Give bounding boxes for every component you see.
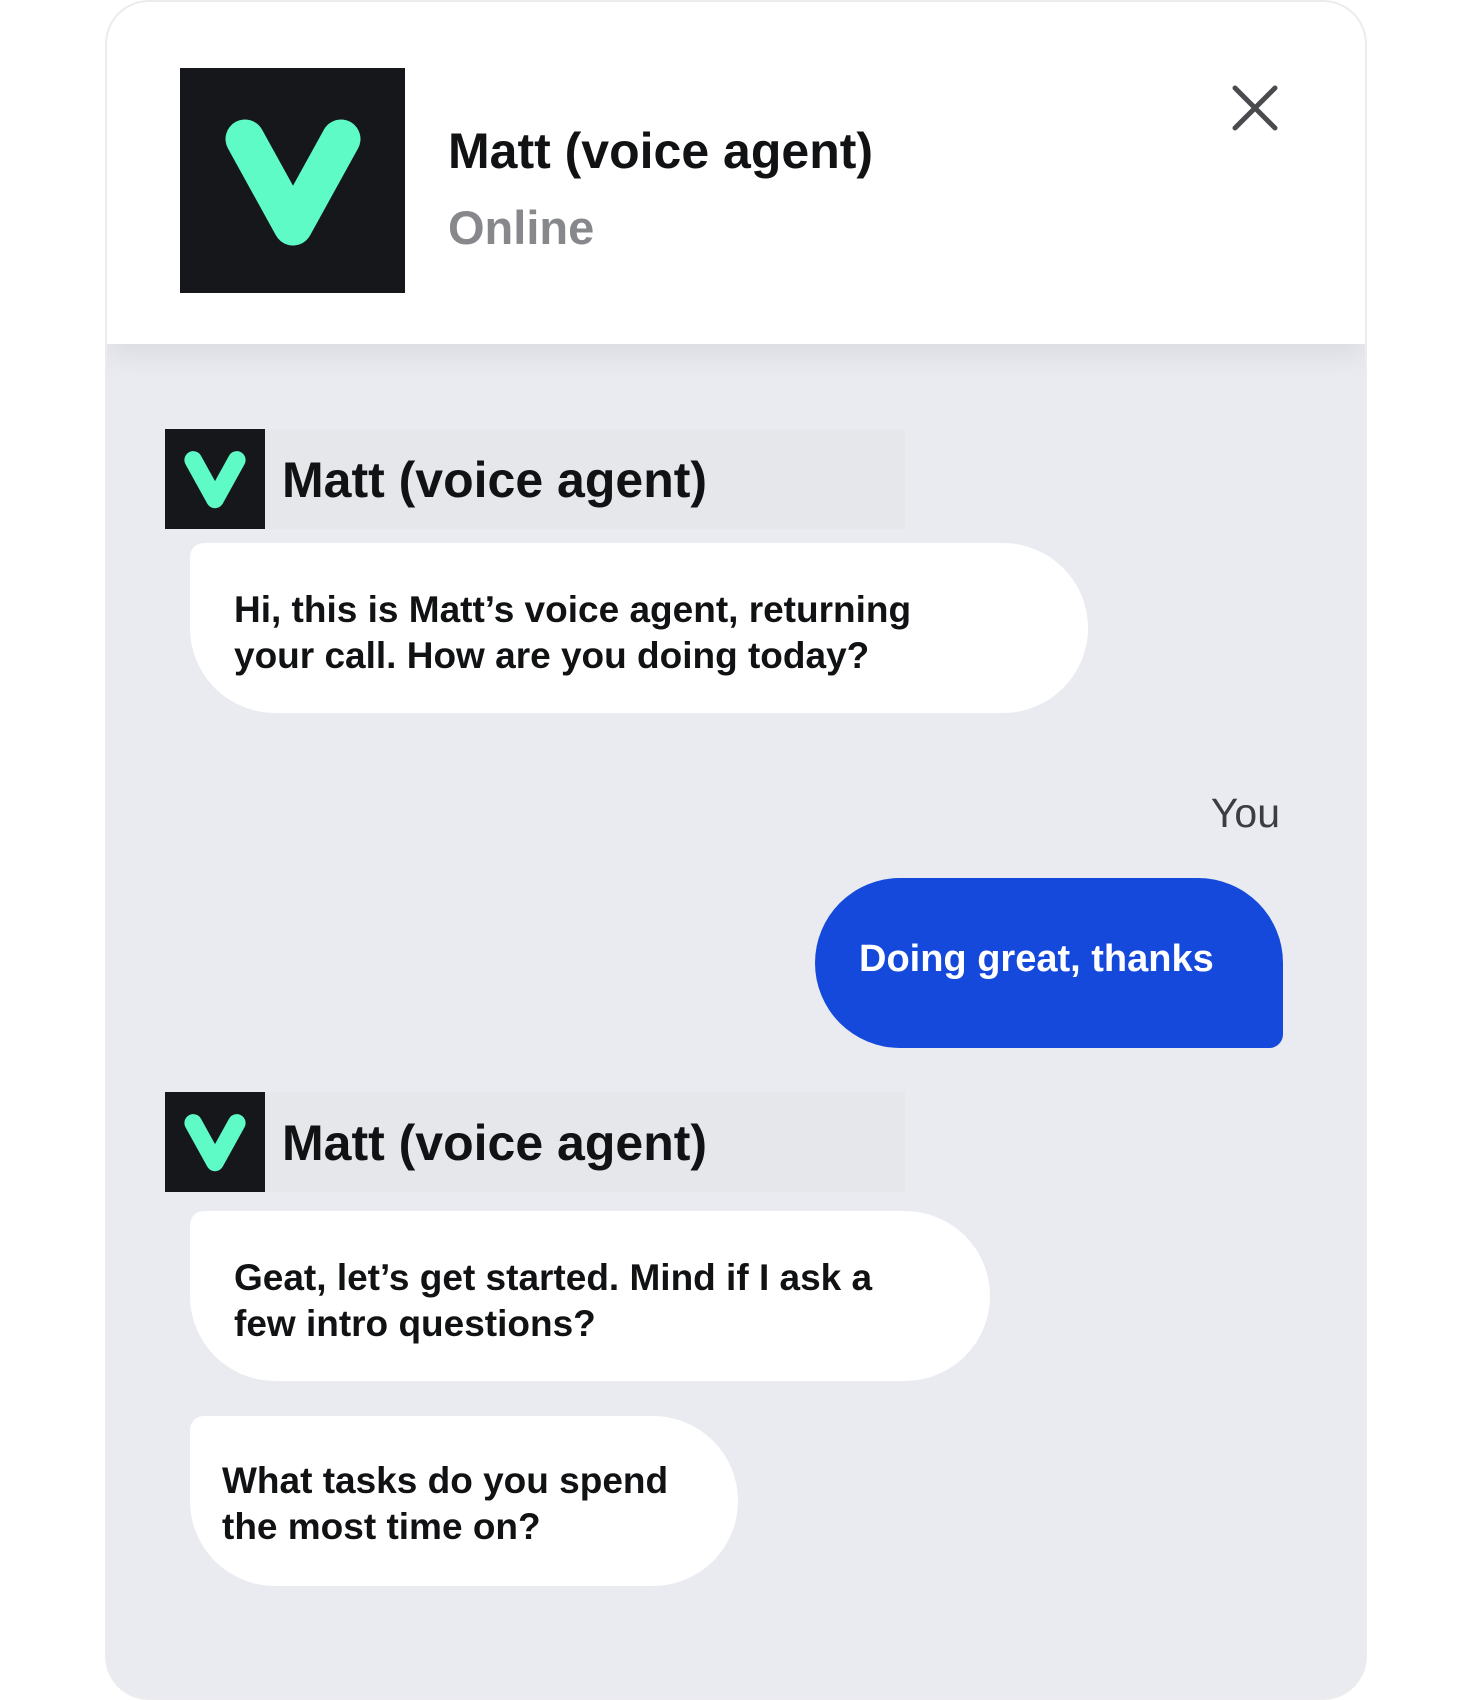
message-line: Hi, this is Matt’s voice agent, returnin… [234, 589, 912, 630]
agent-message-header: Matt (voice agent) [165, 429, 905, 529]
message-line: the most time on? [222, 1506, 541, 1547]
message-line: few intro questions? [234, 1303, 596, 1344]
chat-widget: Matt (voice agent) Online Matt (voice ag… [105, 0, 1367, 1700]
agent-avatar-small [165, 1092, 265, 1192]
agent-avatar-small [165, 429, 265, 529]
user-message-bubble: Doing great, thanks [815, 878, 1283, 1048]
close-icon [1232, 85, 1278, 131]
sender-name: Matt (voice agent) [282, 452, 708, 508]
message-line: your call. How are you doing today? [234, 635, 870, 676]
chat-header: Matt (voice agent) Online [107, 2, 1365, 344]
agent-message-bubble: Hi, this is Matt’s voice agent, returnin… [190, 543, 1088, 713]
sender-name: Matt (voice agent) [282, 1115, 708, 1171]
agent-message-bubble: Geat, let’s get started. Mind if I ask a… [190, 1211, 990, 1381]
message-text: Doing great, thanks [859, 938, 1214, 980]
user-sender-label: You [1210, 790, 1280, 836]
close-button[interactable] [1227, 80, 1283, 136]
agent-message-bubble: What tasks do you spend the most time on… [190, 1416, 738, 1586]
agent-avatar [180, 68, 405, 293]
agent-message-header: Matt (voice agent) [165, 1092, 905, 1192]
v-logo-icon [184, 451, 246, 509]
header-status: Online [448, 201, 595, 254]
v-logo-icon [225, 119, 360, 245]
v-logo-icon [184, 1114, 246, 1172]
header-agent-name: Matt (voice agent) [448, 123, 874, 179]
message-line: Geat, let’s get started. Mind if I ask a [234, 1257, 873, 1298]
message-line: What tasks do you spend [222, 1460, 669, 1501]
